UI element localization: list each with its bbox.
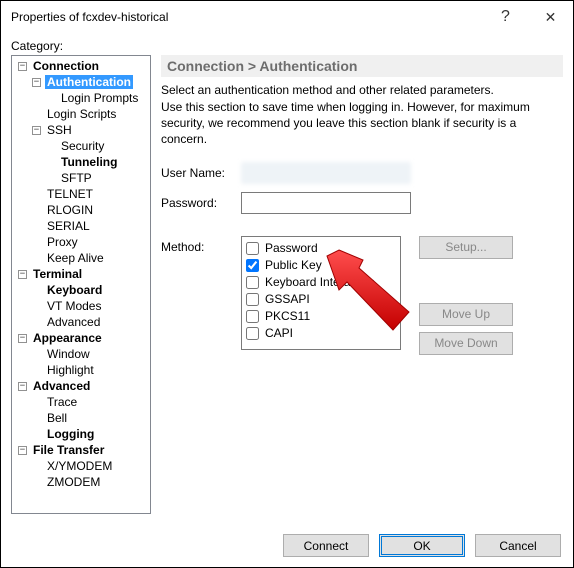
- method-gssapi-checkbox[interactable]: [246, 293, 259, 306]
- tree-window[interactable]: Window: [45, 347, 92, 361]
- method-keyboard-checkbox[interactable]: [246, 276, 259, 289]
- tree-trace[interactable]: Trace: [45, 395, 79, 409]
- tree-vt-modes[interactable]: VT Modes: [45, 299, 103, 313]
- tree-serial[interactable]: SERIAL: [45, 219, 92, 233]
- setup-button[interactable]: Setup...: [419, 236, 513, 259]
- method-password[interactable]: Password: [246, 240, 396, 257]
- method-gssapi[interactable]: GSSAPI: [246, 291, 396, 308]
- method-keyboard-interactive[interactable]: Keyboard Interactive: [246, 274, 396, 291]
- breadcrumb: Connection > Authentication: [161, 55, 563, 77]
- window-title: Properties of fcxdev-historical: [11, 10, 483, 24]
- method-public-key-checkbox[interactable]: [246, 259, 259, 272]
- move-up-button[interactable]: Move Up: [419, 303, 513, 326]
- tree-terminal[interactable]: Terminal: [31, 267, 84, 281]
- tree-file-transfer[interactable]: File Transfer: [31, 443, 106, 457]
- expand-icon[interactable]: −: [32, 78, 41, 87]
- username-value: [241, 162, 411, 184]
- description-1: Select an authentication method and othe…: [161, 83, 563, 97]
- method-pkcs11-checkbox[interactable]: [246, 310, 259, 323]
- tree-advanced-terminal[interactable]: Advanced: [45, 315, 102, 329]
- method-capi[interactable]: CAPI: [246, 325, 396, 342]
- tree-tunneling[interactable]: Tunneling: [59, 155, 119, 169]
- tree-zmodem[interactable]: ZMODEM: [45, 475, 102, 489]
- tree-bell[interactable]: Bell: [45, 411, 69, 425]
- tree-keep-alive[interactable]: Keep Alive: [45, 251, 106, 265]
- expand-icon[interactable]: −: [18, 62, 27, 71]
- help-button[interactable]: ?: [483, 2, 528, 32]
- method-capi-checkbox[interactable]: [246, 327, 259, 340]
- tree-rlogin[interactable]: RLOGIN: [45, 203, 95, 217]
- tree-sftp[interactable]: SFTP: [59, 171, 94, 185]
- expand-icon[interactable]: −: [18, 382, 27, 391]
- category-tree[interactable]: −Connection −Authentication Login Prompt…: [11, 55, 151, 514]
- password-label: Password:: [161, 196, 241, 210]
- expand-icon[interactable]: −: [18, 446, 27, 455]
- method-label: Method:: [161, 236, 241, 254]
- method-public-key[interactable]: Public Key: [246, 257, 396, 274]
- connect-button[interactable]: Connect: [283, 534, 369, 557]
- tree-ssh[interactable]: SSH: [45, 123, 74, 137]
- tree-security[interactable]: Security: [59, 139, 106, 153]
- method-list[interactable]: Password Public Key Keyboard Interactive…: [241, 236, 401, 350]
- tree-authentication[interactable]: Authentication: [45, 75, 133, 89]
- tree-logging[interactable]: Logging: [45, 427, 96, 441]
- tree-telnet[interactable]: TELNET: [45, 187, 95, 201]
- tree-advanced[interactable]: Advanced: [31, 379, 92, 393]
- method-pkcs11[interactable]: PKCS11: [246, 308, 396, 325]
- tree-login-scripts[interactable]: Login Scripts: [45, 107, 118, 121]
- expand-icon[interactable]: −: [18, 334, 27, 343]
- tree-proxy[interactable]: Proxy: [45, 235, 80, 249]
- password-input[interactable]: [241, 192, 411, 214]
- tree-xymodem[interactable]: X/YMODEM: [45, 459, 114, 473]
- close-button[interactable]: ✕: [528, 2, 573, 32]
- username-label: User Name:: [161, 166, 241, 180]
- expand-icon[interactable]: −: [18, 270, 27, 279]
- tree-connection[interactable]: Connection: [31, 59, 101, 73]
- expand-icon[interactable]: −: [32, 126, 41, 135]
- tree-keyboard[interactable]: Keyboard: [45, 283, 104, 297]
- tree-appearance[interactable]: Appearance: [31, 331, 104, 345]
- client-area: Category: −Connection −Authentication Lo…: [1, 33, 573, 524]
- tree-highlight[interactable]: Highlight: [45, 363, 96, 377]
- dialog-buttons: Connect OK Cancel: [1, 524, 573, 567]
- description-2: Use this section to save time when loggi…: [161, 99, 563, 148]
- category-label: Category:: [11, 39, 563, 53]
- ok-button[interactable]: OK: [379, 534, 465, 557]
- tree-login-prompts[interactable]: Login Prompts: [59, 91, 140, 105]
- title-bar: Properties of fcxdev-historical ? ✕: [1, 1, 573, 33]
- method-password-checkbox[interactable]: [246, 242, 259, 255]
- settings-panel: Connection > Authentication Select an au…: [161, 55, 563, 514]
- move-down-button[interactable]: Move Down: [419, 332, 513, 355]
- cancel-button[interactable]: Cancel: [475, 534, 561, 557]
